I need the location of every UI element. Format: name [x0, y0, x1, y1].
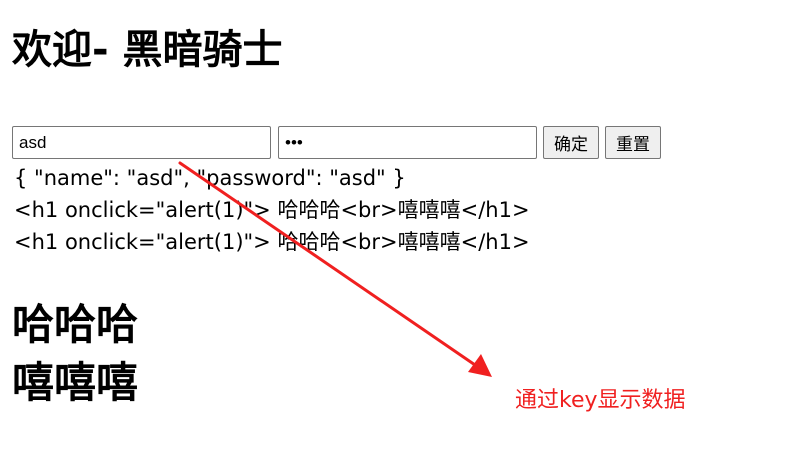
annotation-label: 通过key显示数据 [515, 388, 686, 413]
password-input[interactable] [278, 126, 537, 159]
rendered-html-heading[interactable]: 哈哈哈 嘻嘻嘻 [12, 296, 138, 412]
json-output: { "name": "asd", "password": "asd" } [14, 166, 406, 190]
login-form: 确定 重置 [12, 126, 661, 159]
rendered-line-2: 嘻嘻嘻 [12, 358, 139, 407]
escaped-html-line: <h1 onclick="alert(1)"> 哈哈哈<br>嘻嘻嘻</h1> [14, 198, 530, 222]
page-title: 欢迎- 黑暗骑士 [12, 27, 283, 73]
username-input[interactable] [12, 126, 271, 159]
page-root: 欢迎- 黑暗骑士 确定 重置 { "name": "asd", "passwor… [0, 0, 808, 464]
output-lines: { "name": "asd", "password": "asd" } <h1… [14, 162, 530, 258]
escaped-html-line: <h1 onclick="alert(1)"> 哈哈哈<br>嘻嘻嘻</h1> [14, 230, 530, 254]
confirm-button[interactable]: 确定 [543, 126, 599, 159]
rendered-line-1: 哈哈哈 [12, 300, 139, 349]
reset-button[interactable]: 重置 [605, 126, 661, 159]
